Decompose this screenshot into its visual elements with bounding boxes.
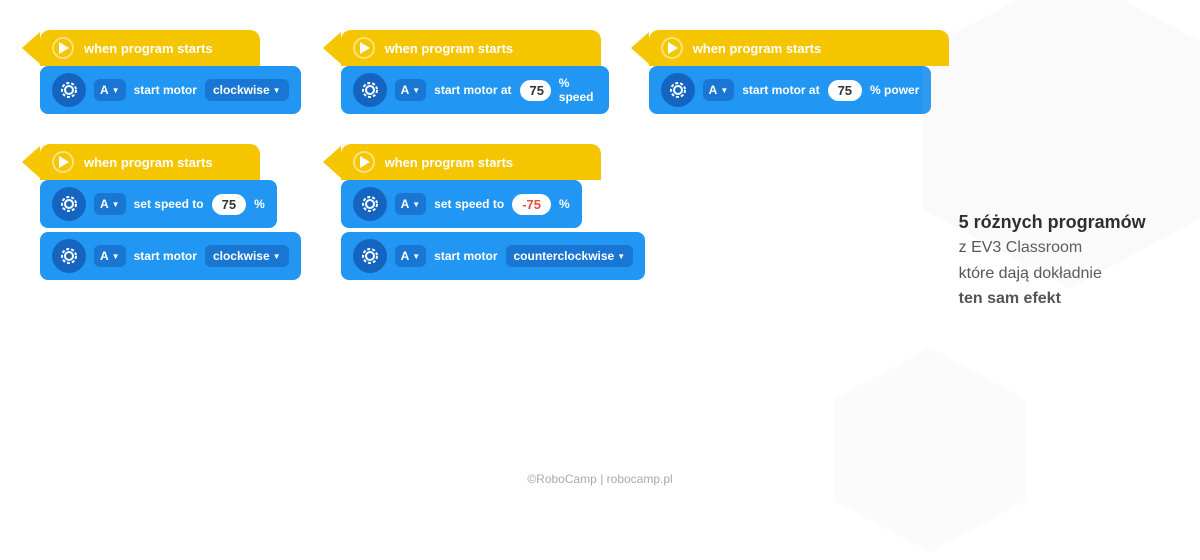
dropdown-arrow-5a: ▼	[412, 200, 420, 209]
start-motor-text-4b: start motor	[134, 249, 197, 263]
port-select-5a[interactable]: A ▼	[395, 193, 427, 215]
when-label-5: when program starts	[385, 155, 514, 170]
gear-svg-3	[668, 80, 688, 100]
play-icon-4	[52, 151, 74, 173]
gear-svg-5a	[360, 194, 380, 214]
dropdown-arrow-4b: ▼	[112, 252, 120, 261]
bg-hexagon-2	[820, 340, 1040, 560]
action-bar-1: A ▼ start motor clockwise ▼	[40, 66, 301, 114]
dropdown-arrow-3: ▼	[720, 86, 728, 95]
direction-arrow-5b: ▼	[617, 252, 625, 261]
gear-svg-4a	[59, 194, 79, 214]
port-select-2[interactable]: A ▼	[395, 79, 427, 101]
direction-arrow-4b: ▼	[273, 252, 281, 261]
start-motor-text-5b: start motor	[434, 249, 497, 263]
value-bubble-4a: 75	[212, 194, 246, 215]
footer-text: ©RoboCamp | robocamp.pl	[527, 472, 672, 486]
blocks-area: when program starts A ▼ start motor	[40, 30, 949, 280]
when-starts-bar-3: when program starts	[649, 30, 949, 66]
gear-svg-4b	[59, 246, 79, 266]
port-label-3: A	[709, 83, 718, 97]
set-speed-text-4a: set speed to	[134, 197, 204, 211]
port-select-4a[interactable]: A ▼	[94, 193, 126, 215]
value-bubble-5a: -75	[512, 194, 551, 215]
gear-icon-4b	[52, 239, 86, 273]
port-label-1: A	[100, 83, 109, 97]
start-motor-at-text-2: start motor at	[434, 83, 511, 97]
direction-select-4b[interactable]: clockwise ▼	[205, 245, 289, 267]
block-4: when program starts A ▼ set speed to 7	[40, 144, 301, 280]
play-icon-2	[353, 37, 375, 59]
when-starts-bar-5: when program starts	[341, 144, 601, 180]
action-bar-4a: A ▼ set speed to 75 %	[40, 180, 277, 228]
direction-select-1[interactable]: clockwise ▼	[205, 79, 289, 101]
when-label-2: when program starts	[385, 41, 514, 56]
port-label-5b: A	[401, 249, 410, 263]
gear-svg-2	[360, 80, 380, 100]
direction-arrow-1: ▼	[273, 86, 281, 95]
play-triangle-1	[59, 42, 69, 54]
play-triangle-5	[360, 156, 370, 168]
gear-svg-5b	[360, 246, 380, 266]
play-icon-3	[661, 37, 683, 59]
action-bar-3: A ▼ start motor at 75 % power	[649, 66, 932, 114]
value-bubble-2: 75	[520, 80, 551, 101]
pct-text-4a: %	[254, 197, 265, 211]
play-triangle-4	[59, 156, 69, 168]
action-bar-5a: A ▼ set speed to -75 %	[341, 180, 582, 228]
direction-label-1: clockwise	[213, 83, 270, 97]
play-triangle-3	[668, 42, 678, 54]
play-icon-5	[353, 151, 375, 173]
action-bar-4b: A ▼ start motor clockwise ▼	[40, 232, 301, 280]
dropdown-arrow-4a: ▼	[112, 200, 120, 209]
row-2: when program starts A ▼ set speed to 7	[40, 144, 949, 280]
row-1: when program starts A ▼ start motor	[40, 30, 949, 114]
block-1: when program starts A ▼ start motor	[40, 30, 301, 114]
gear-svg-1	[59, 80, 79, 100]
when-label-4: when program starts	[84, 155, 213, 170]
gear-icon-3	[661, 73, 695, 107]
dropdown-arrow-5b: ▼	[412, 252, 420, 261]
port-label-4a: A	[100, 197, 109, 211]
gear-icon-4a	[52, 187, 86, 221]
when-starts-bar-1: when program starts	[40, 30, 260, 66]
direction-label-4b: clockwise	[213, 249, 270, 263]
port-label-4b: A	[100, 249, 109, 263]
dropdown-arrow-2: ▼	[412, 86, 420, 95]
action-bar-5b: A ▼ start motor counterclockwise ▼	[341, 232, 646, 280]
when-starts-bar-2: when program starts	[341, 30, 601, 66]
gear-icon-5b	[353, 239, 387, 273]
port-label-5a: A	[401, 197, 410, 211]
when-starts-bar-4: when program starts	[40, 144, 260, 180]
when-label-1: when program starts	[84, 41, 213, 56]
gear-icon-2	[353, 73, 387, 107]
value-bubble-3: 75	[828, 80, 862, 101]
pct-text-5a: %	[559, 197, 570, 211]
direction-label-5b: counterclockwise	[514, 249, 615, 263]
when-label-3: when program starts	[693, 41, 822, 56]
play-triangle-2	[360, 42, 370, 54]
footer: ©RoboCamp | robocamp.pl	[527, 472, 672, 486]
pct-speed-text-2: % speed	[559, 76, 597, 104]
port-select-4b[interactable]: A ▼	[94, 245, 126, 267]
start-motor-text-1: start motor	[134, 83, 197, 97]
play-icon-1	[52, 37, 74, 59]
gear-icon-5a	[353, 187, 387, 221]
block-5: when program starts A ▼ set speed to -	[341, 144, 646, 280]
action-bar-2: A ▼ start motor at 75 % speed	[341, 66, 609, 114]
dropdown-arrow-1: ▼	[112, 86, 120, 95]
port-select-3[interactable]: A ▼	[703, 79, 735, 101]
port-select-1[interactable]: A ▼	[94, 79, 126, 101]
direction-select-5b[interactable]: counterclockwise ▼	[506, 245, 634, 267]
gear-icon-1	[52, 73, 86, 107]
port-select-5b[interactable]: A ▼	[395, 245, 427, 267]
block-2: when program starts A ▼ start motor at	[341, 30, 609, 114]
port-label-2: A	[401, 83, 410, 97]
set-speed-text-5a: set speed to	[434, 197, 504, 211]
start-motor-at-text-3: start motor at	[742, 83, 819, 97]
